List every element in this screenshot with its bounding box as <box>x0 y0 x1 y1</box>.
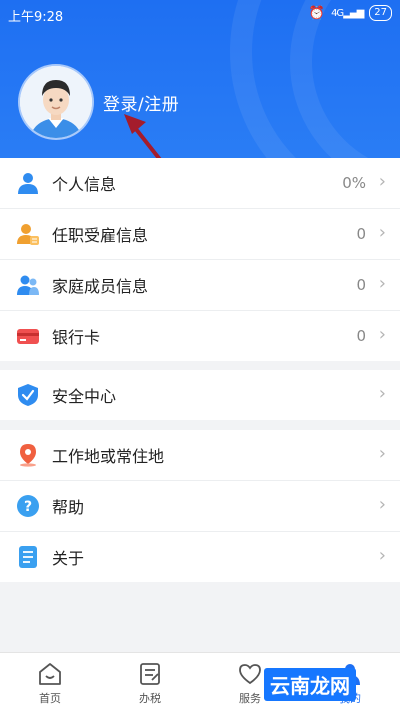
battery-icon: 27 <box>369 5 392 21</box>
profile-header: 上午9:28 ⏰ 4G▂▄▆ 27 登录/注册 <box>0 0 400 158</box>
bank-card-icon <box>16 324 40 348</box>
family-icon <box>16 273 40 297</box>
menu-label: 安全中心 <box>52 387 117 406</box>
svg-text:?: ? <box>24 499 32 515</box>
chevron-right-icon: › <box>378 222 386 243</box>
signal-icon: 4G▂▄▆ <box>331 7 364 19</box>
menu-item-about[interactable]: 关于 › <box>0 532 400 582</box>
service-icon <box>237 661 263 687</box>
employee-icon <box>16 222 40 246</box>
menu-label: 工作地或常住地 <box>52 447 165 466</box>
menu-value: 0 <box>356 327 366 345</box>
about-icon <box>16 545 40 569</box>
menu-group-other: 工作地或常住地 › ? 帮助 › 关于 › <box>0 430 400 582</box>
status-icons: ⏰ 4G▂▄▆ 27 <box>309 5 392 21</box>
menu-value: 0% <box>342 174 366 192</box>
alarm-icon: ⏰ <box>308 5 326 21</box>
login-register-link[interactable]: 登录/注册 <box>103 90 179 115</box>
location-icon <box>16 443 40 467</box>
chevron-right-icon: › <box>378 545 386 566</box>
home-icon <box>37 661 63 687</box>
tab-label: 首页 <box>39 692 61 705</box>
chevron-right-icon: › <box>378 273 386 294</box>
menu-group-personal: 个人信息 0% › 任职受雇信息 0 › 家庭成员信息 0 › 银行卡 0 › <box>0 158 400 361</box>
watermark: 云南龙网 <box>264 668 356 701</box>
menu-label: 帮助 <box>52 498 85 517</box>
tab-tax[interactable]: 办税 <box>100 653 200 712</box>
shield-icon <box>16 383 40 407</box>
tab-label: 办税 <box>139 692 161 705</box>
chevron-right-icon: › <box>378 324 386 345</box>
chevron-right-icon: › <box>378 383 386 404</box>
menu-item-family-info[interactable]: 家庭成员信息 0 › <box>0 260 400 311</box>
menu-value: 0 <box>356 225 366 243</box>
avatar-illustration <box>20 66 92 138</box>
status-bar: 上午9:28 ⏰ 4G▂▄▆ 27 <box>0 0 400 28</box>
menu-label: 个人信息 <box>52 175 117 194</box>
tab-home[interactable]: 首页 <box>0 653 100 712</box>
menu-item-bank-card[interactable]: 银行卡 0 › <box>0 311 400 361</box>
person-icon <box>16 171 40 195</box>
menu-item-security-center[interactable]: 安全中心 › <box>0 370 400 420</box>
battery-level: 27 <box>374 7 387 18</box>
chevron-right-icon: › <box>378 494 386 515</box>
menu-label: 银行卡 <box>52 328 101 347</box>
tax-icon <box>137 661 163 687</box>
menu-label: 任职受雇信息 <box>52 226 149 245</box>
chevron-right-icon: › <box>378 171 386 192</box>
status-time: 上午9:28 <box>8 10 64 25</box>
menu-item-personal-info[interactable]: 个人信息 0% › <box>0 158 400 209</box>
menu-label: 关于 <box>52 549 85 568</box>
avatar[interactable] <box>20 66 92 138</box>
chevron-right-icon: › <box>378 443 386 464</box>
menu-value: 0 <box>356 276 366 294</box>
menu-item-work-location[interactable]: 工作地或常住地 › <box>0 430 400 481</box>
menu-item-employment-info[interactable]: 任职受雇信息 0 › <box>0 209 400 260</box>
help-icon: ? <box>16 494 40 518</box>
menu-label: 家庭成员信息 <box>52 277 149 296</box>
menu-item-help[interactable]: ? 帮助 › <box>0 481 400 532</box>
menu-group-security: 安全中心 › <box>0 370 400 420</box>
network-label: 4G <box>331 7 344 19</box>
